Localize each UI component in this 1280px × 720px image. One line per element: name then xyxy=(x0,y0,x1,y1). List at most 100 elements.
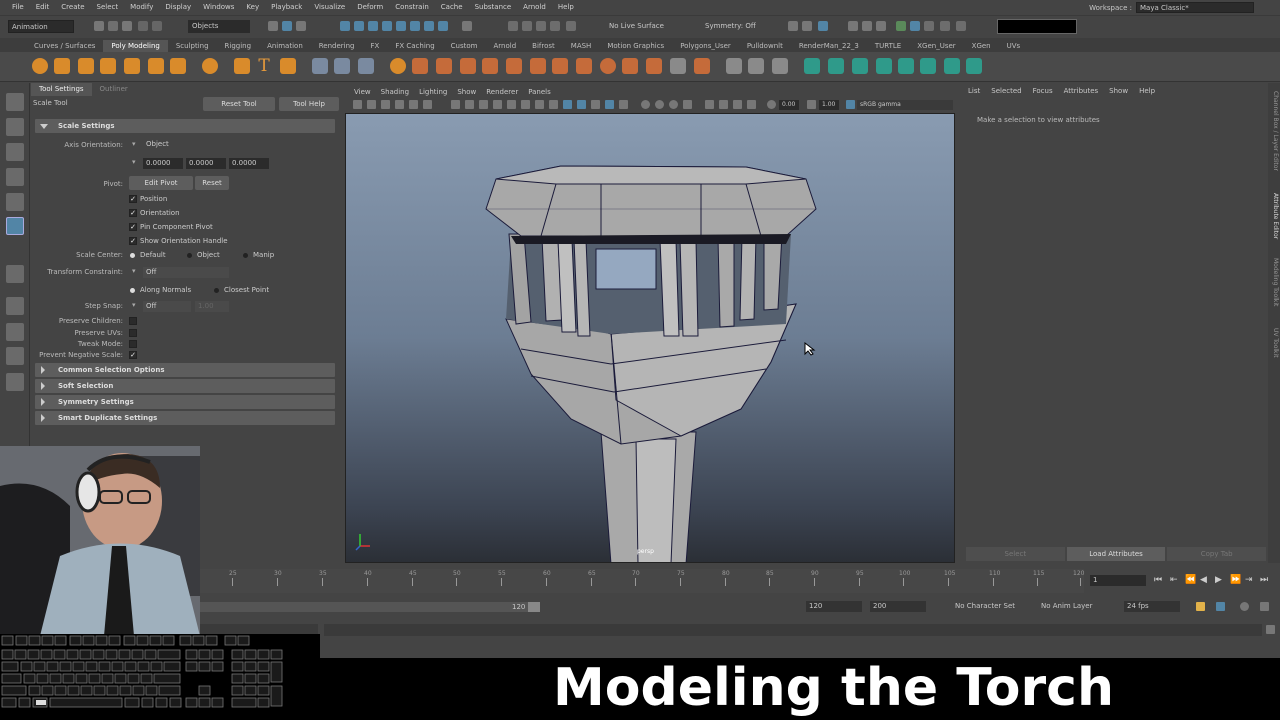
combine-icon[interactable] xyxy=(312,58,328,74)
view-transform-dropdown[interactable]: sRGB gamma xyxy=(857,100,953,110)
mask-joints-icon[interactable] xyxy=(354,21,364,31)
bridge-icon[interactable] xyxy=(436,58,452,74)
ae-menu-attributes[interactable]: Attributes xyxy=(1064,87,1110,95)
shadows-icon[interactable] xyxy=(619,100,628,109)
cut-uv-icon[interactable] xyxy=(944,58,960,74)
exposure-field[interactable]: 0.00 xyxy=(779,100,799,110)
script-editor-icon[interactable] xyxy=(1260,602,1269,611)
fill-hole-icon[interactable] xyxy=(506,58,522,74)
menu-help[interactable]: Help xyxy=(552,3,580,11)
snap-grid-icon[interactable] xyxy=(508,21,518,31)
pin-component-pivot-checkbox[interactable]: ✓ xyxy=(129,223,137,231)
shelf-tab-fx-caching[interactable]: FX Caching xyxy=(387,40,442,52)
step-forward-key-icon[interactable]: ⇥ xyxy=(1245,575,1253,585)
viewport-menu-show[interactable]: Show xyxy=(452,88,481,96)
mask-handles-icon[interactable] xyxy=(340,21,350,31)
menu-set-dropdown[interactable]: Animation xyxy=(8,20,74,33)
rotate-tool-icon[interactable] xyxy=(6,193,24,211)
gamma-field[interactable]: 1.00 xyxy=(819,100,839,110)
render-settings-icon[interactable] xyxy=(862,21,872,31)
construction-history-icon[interactable] xyxy=(788,21,798,31)
arnold-render-icon[interactable] xyxy=(896,21,906,31)
viewport-menu-panels[interactable]: Panels xyxy=(523,88,556,96)
menu-file[interactable]: File xyxy=(6,3,30,11)
wedge-icon[interactable] xyxy=(622,58,638,74)
xray-icon[interactable] xyxy=(641,100,650,109)
preserve-children-checkbox[interactable] xyxy=(129,317,137,325)
menu-visualize[interactable]: Visualize xyxy=(308,3,351,11)
menu-modify[interactable]: Modify xyxy=(124,3,159,11)
separate-icon[interactable] xyxy=(334,58,350,74)
planar-uv-icon[interactable] xyxy=(804,58,820,74)
menu-arnold[interactable]: Arnold xyxy=(517,3,552,11)
reset-tool-button[interactable]: Reset Tool xyxy=(203,97,275,111)
tab-outliner[interactable]: Outliner xyxy=(92,83,136,96)
offset-edge-loop-icon[interactable] xyxy=(576,58,592,74)
mask-deformations-icon[interactable] xyxy=(396,21,406,31)
shelf-tab-rigging[interactable]: Rigging xyxy=(217,40,260,52)
menu-playback[interactable]: Playback xyxy=(265,3,308,11)
image-plane-icon[interactable] xyxy=(395,100,404,109)
ae-menu-selected[interactable]: Selected xyxy=(991,87,1032,95)
live-surface-field[interactable]: No Live Surface xyxy=(604,20,690,33)
menu-edit[interactable]: Edit xyxy=(30,3,56,11)
shelf-tab-motion-graphics[interactable]: Motion Graphics xyxy=(599,40,672,52)
render-frame-icon[interactable] xyxy=(818,21,828,31)
mask-curves-icon[interactable] xyxy=(368,21,378,31)
edit-pivot-button[interactable]: Edit Pivot xyxy=(129,176,193,190)
snap-curve-icon[interactable] xyxy=(522,21,532,31)
anim-layer-dropdown[interactable]: No Anim Layer xyxy=(1038,601,1118,612)
shelf-tab-poly-modeling[interactable]: Poly Modeling xyxy=(103,40,168,52)
scale-tool-icon[interactable] xyxy=(6,217,24,235)
shelf-tab-xgen-user[interactable]: XGen_User xyxy=(909,40,963,52)
step-forward-frame-icon[interactable]: ⏩ xyxy=(1230,575,1241,585)
selection-mask-dropdown[interactable]: Objects xyxy=(188,20,250,33)
preferences-icon[interactable] xyxy=(1240,602,1249,611)
undo-icon[interactable] xyxy=(138,21,148,31)
select-object-icon[interactable] xyxy=(282,21,292,31)
axis-orientation-dropdown[interactable]: Object xyxy=(143,139,267,150)
safe-action-icon[interactable] xyxy=(521,100,530,109)
ipr-render-icon[interactable] xyxy=(848,21,858,31)
shelf-tab-polygons-user[interactable]: Polygons_User xyxy=(672,40,739,52)
quad-draw-icon[interactable] xyxy=(726,58,742,74)
frame-scale-settings[interactable]: Scale Settings xyxy=(35,119,335,133)
bookmark-icon[interactable] xyxy=(381,100,390,109)
color-management-icon[interactable] xyxy=(846,100,855,109)
exposure-icon[interactable] xyxy=(767,100,776,109)
ae-load-attributes-button[interactable]: Load Attributes xyxy=(1066,547,1166,561)
2d-pan-zoom-icon[interactable] xyxy=(409,100,418,109)
transform-constraint-dropdown[interactable]: Off xyxy=(143,267,229,278)
perspective-viewport[interactable]: persp xyxy=(345,113,955,563)
auto-key-icon[interactable] xyxy=(1196,602,1205,611)
four-view-icon[interactable] xyxy=(6,323,24,341)
depth-of-field-icon[interactable] xyxy=(733,100,742,109)
textured-icon[interactable] xyxy=(591,100,600,109)
step-snap-amount-field[interactable]: 1.00 xyxy=(195,301,229,312)
current-frame-field[interactable]: 1 xyxy=(1090,575,1146,586)
platonic-solid-icon[interactable] xyxy=(202,58,218,74)
scale-center-default-radio[interactable] xyxy=(130,253,135,258)
anim-prefs-icon[interactable] xyxy=(1216,602,1225,611)
viewport-menu-view[interactable]: View xyxy=(349,88,376,96)
mask-rendering-icon[interactable] xyxy=(424,21,434,31)
range-bar[interactable] xyxy=(194,602,540,612)
shelf-tab-rendering[interactable]: Rendering xyxy=(311,40,363,52)
range-handle[interactable] xyxy=(528,602,540,612)
symmetry-dropdown[interactable]: Symmetry: Off xyxy=(700,20,776,33)
poly-cube-icon[interactable] xyxy=(54,58,70,74)
viewport-menu-shading[interactable]: Shading xyxy=(376,88,414,96)
snap-view-plane-icon[interactable] xyxy=(550,21,560,31)
time-slider[interactable]: 20 25 30 35 40 45 50 55 60 65 70 75 80 8… xyxy=(180,569,1084,593)
motion-blur-icon[interactable] xyxy=(705,100,714,109)
preserve-uvs-checkbox[interactable] xyxy=(129,329,137,337)
unfold-uv-icon[interactable] xyxy=(898,58,914,74)
shelf-tab-custom[interactable]: Custom xyxy=(443,40,486,52)
poly-torus-icon[interactable] xyxy=(124,58,140,74)
use-all-lights-icon[interactable] xyxy=(605,100,614,109)
paint-select-tool-icon[interactable] xyxy=(6,143,24,161)
ae-select-button[interactable]: Select xyxy=(966,547,1065,561)
merge-icon[interactable] xyxy=(670,58,686,74)
frame-common-selection-options[interactable]: Common Selection Options xyxy=(35,363,335,377)
side-tab-modeling-toolkit[interactable]: Modeling Toolkit xyxy=(1269,258,1279,306)
